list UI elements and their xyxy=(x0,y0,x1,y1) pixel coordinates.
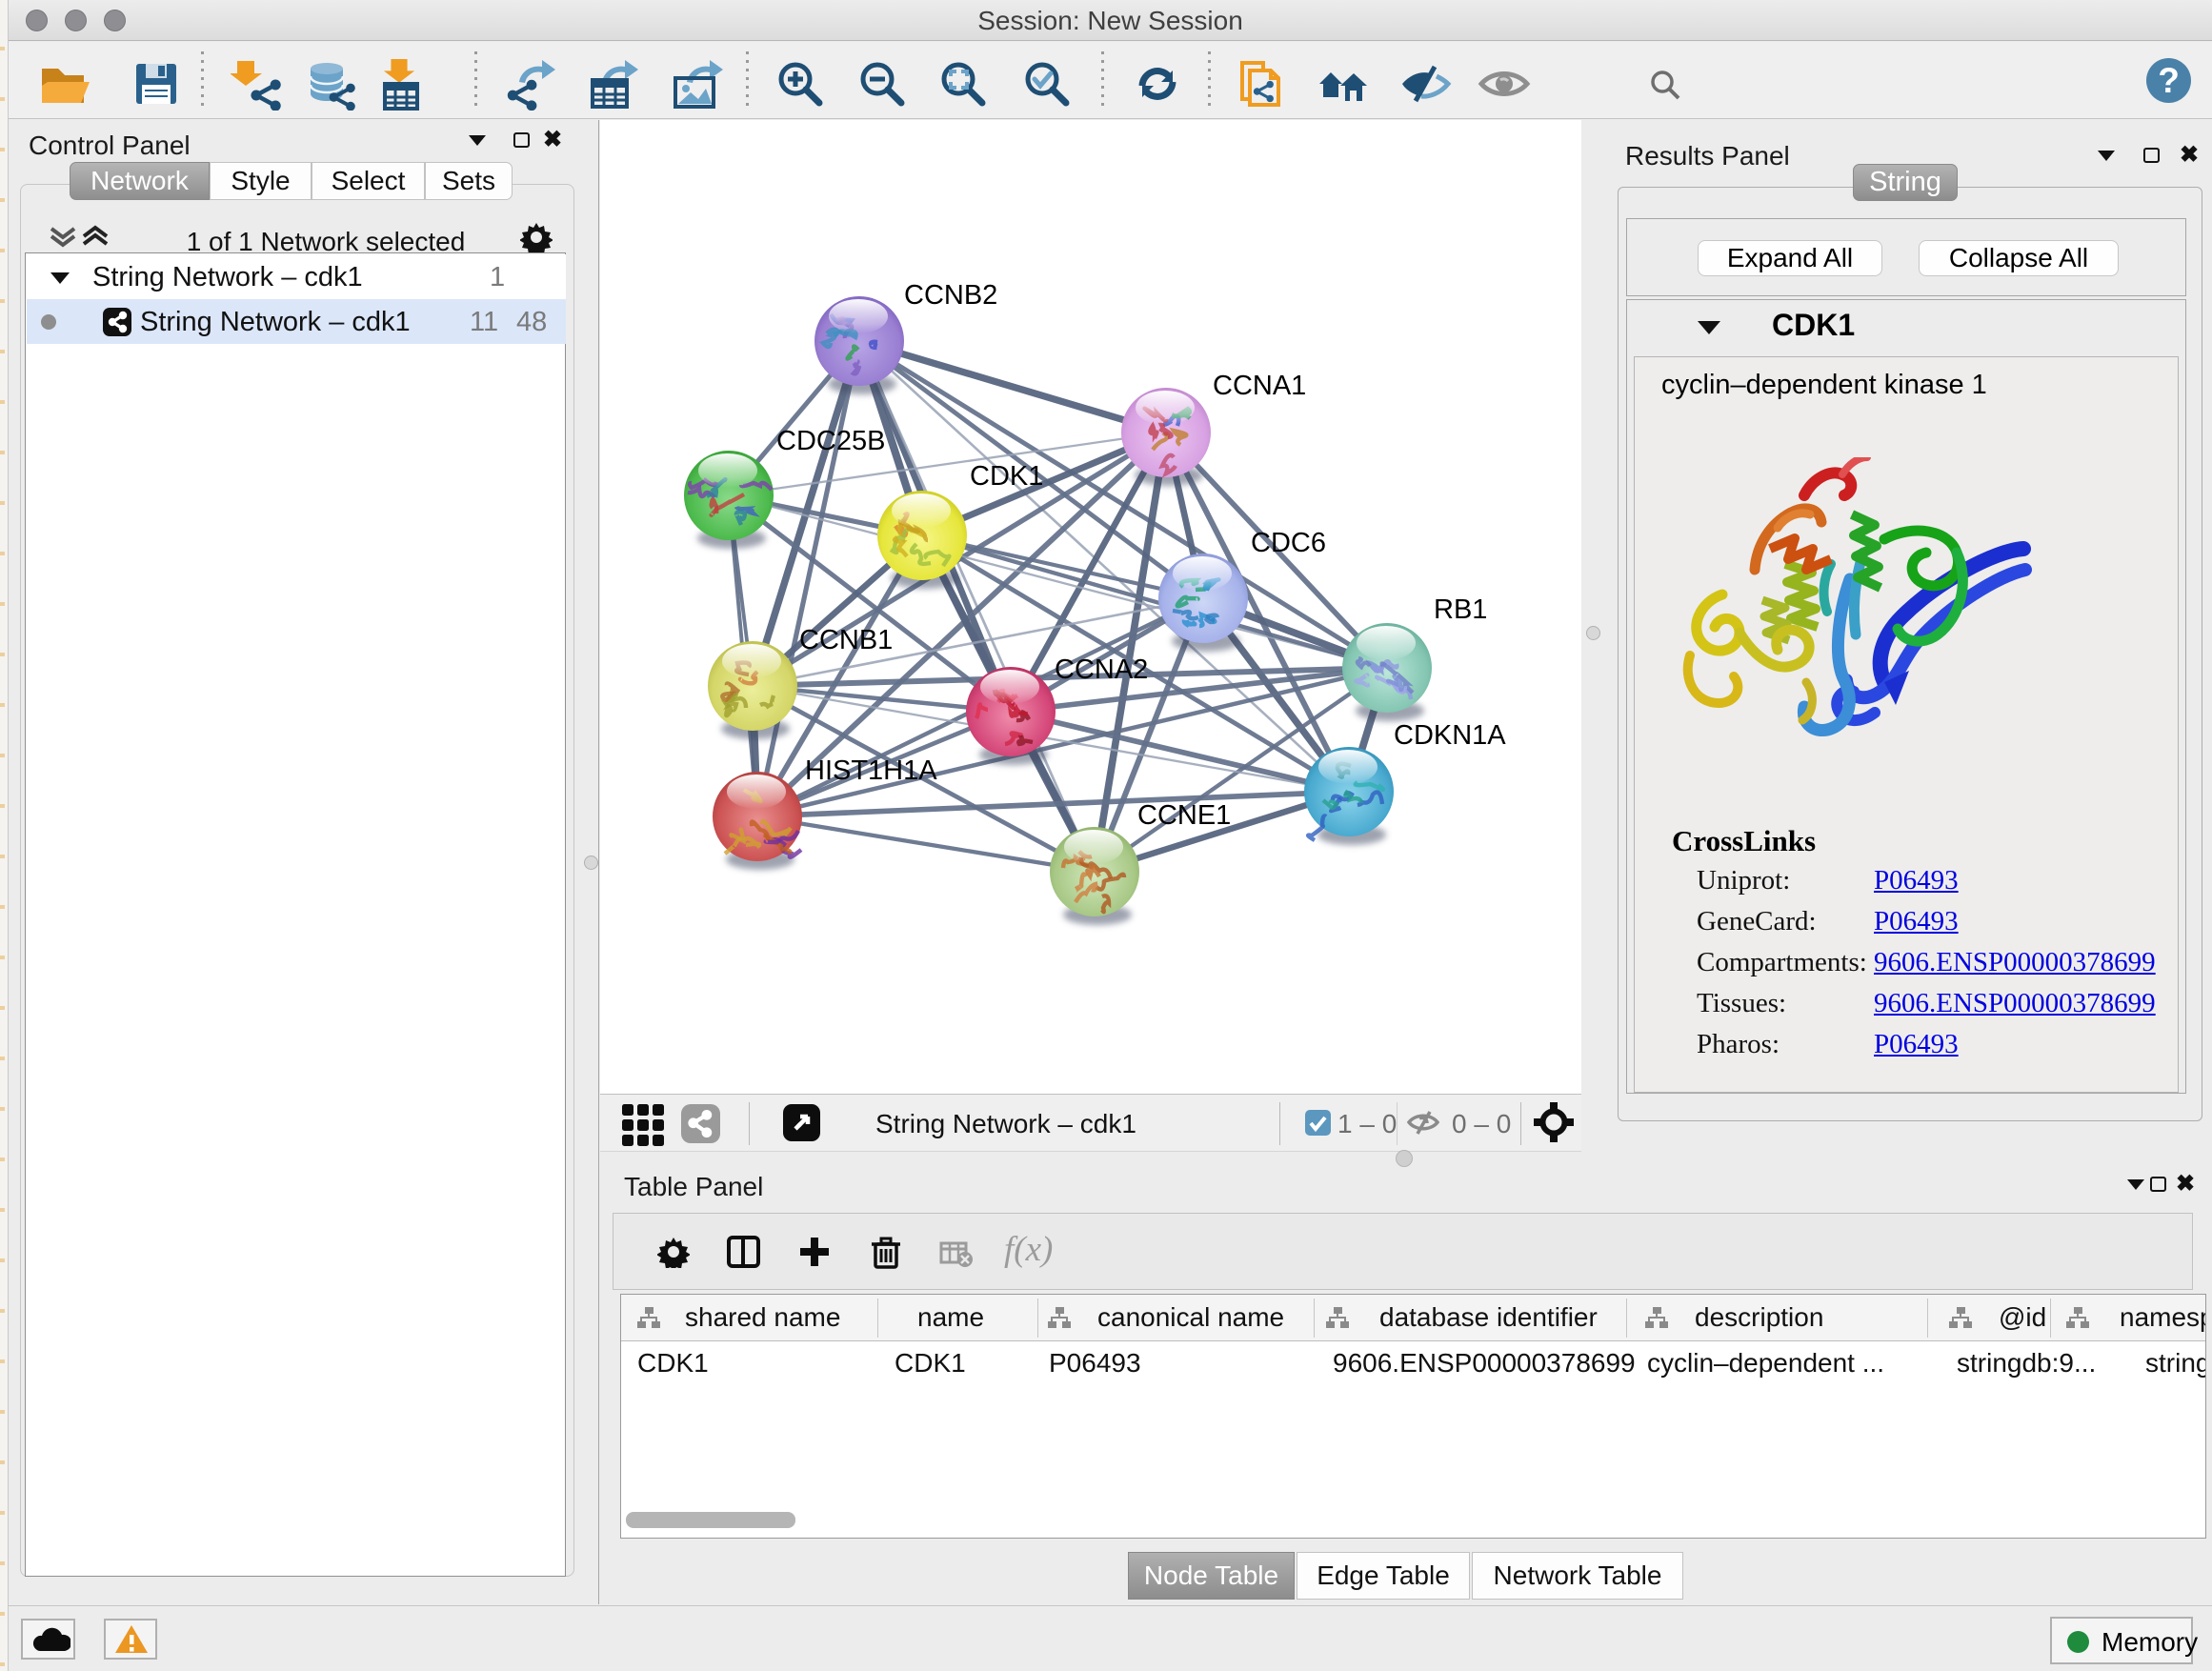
svg-text:CCNB1: CCNB1 xyxy=(799,625,893,655)
svg-text:CDKN1A: CDKN1A xyxy=(1394,720,1506,751)
svg-text:CCNB2: CCNB2 xyxy=(904,280,997,311)
svg-text:CDC6: CDC6 xyxy=(1251,528,1326,558)
svg-text:CCNE1: CCNE1 xyxy=(1137,800,1231,831)
svg-text:HIST1H1A: HIST1H1A xyxy=(805,755,937,786)
svg-text:RB1: RB1 xyxy=(1434,594,1487,625)
svg-text:CCNA2: CCNA2 xyxy=(1055,654,1148,685)
svg-text:CDK1: CDK1 xyxy=(970,461,1043,492)
svg-text:CDC25B: CDC25B xyxy=(776,426,885,456)
svg-text:CCNA1: CCNA1 xyxy=(1213,371,1306,401)
